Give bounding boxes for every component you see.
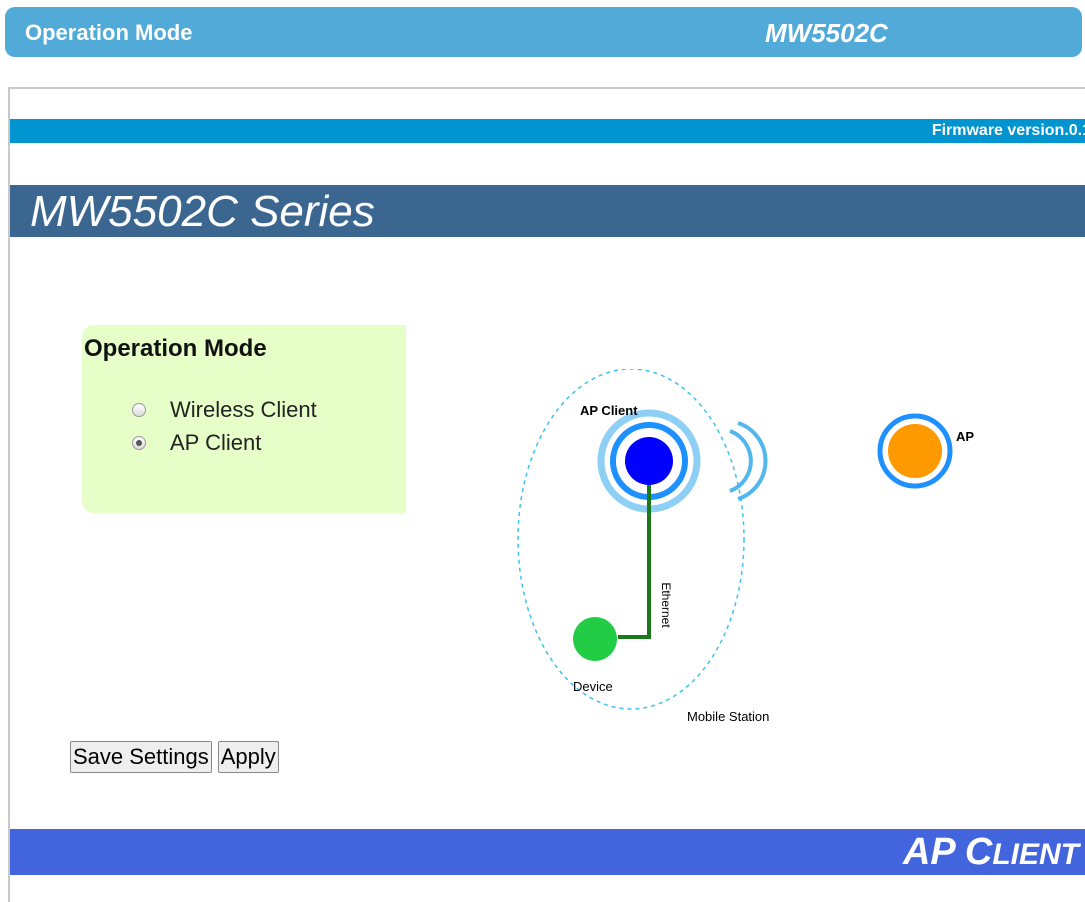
model-name: MW5502C xyxy=(765,18,888,48)
save-settings-button[interactable]: Save Settings xyxy=(70,741,212,773)
mobile-station-label: Mobile Station xyxy=(687,709,769,724)
mode-footer-banner: AP CLIENT xyxy=(10,829,1085,875)
radio-label-wireless-client: Wireless Client xyxy=(170,397,317,422)
radio-wireless-client[interactable] xyxy=(132,403,146,417)
ethernet-label: Ethernet xyxy=(659,582,673,628)
top-header-bar: Operation Mode MW5502C xyxy=(5,7,1082,57)
firmware-bar: Firmware version.0.1 xyxy=(10,119,1085,143)
content-frame: Firmware version.0.1 MW5502C Series Oper… xyxy=(8,87,1085,902)
firmware-version: Firmware version.0.1 xyxy=(931,122,1085,139)
radio-option-ap-client[interactable]: AP Client xyxy=(132,430,261,456)
ap-client-node xyxy=(625,437,673,485)
apply-button[interactable]: Apply xyxy=(217,741,279,773)
operation-mode-heading: Operation Mode xyxy=(84,335,267,362)
operation-mode-panel: Operation Mode Wireless Client AP Client xyxy=(82,325,406,513)
radio-option-wireless-client[interactable]: Wireless Client xyxy=(132,397,317,423)
ap-label: AP xyxy=(956,429,974,444)
device-label: Device xyxy=(573,679,613,694)
page-title: Operation Mode xyxy=(25,20,193,45)
mode-label-first: AP C xyxy=(902,831,993,873)
wireless-wave-icon xyxy=(729,429,753,493)
device-node xyxy=(573,617,617,661)
mode-label-rest: LIENT xyxy=(992,838,1079,871)
action-buttons: Save Settings Apply xyxy=(70,741,279,773)
ap-client-label: AP Client xyxy=(580,403,638,418)
radio-label-ap-client: AP Client xyxy=(170,430,262,455)
network-diagram: AP Client AP Ethernet Device Mobile Stat… xyxy=(517,369,974,724)
current-mode-label: AP CLIENT xyxy=(903,831,1079,874)
series-banner: MW5502C Series xyxy=(10,185,1085,237)
radio-ap-client[interactable] xyxy=(132,436,146,450)
ap-node xyxy=(888,424,942,478)
series-title: MW5502C Series xyxy=(30,187,375,236)
